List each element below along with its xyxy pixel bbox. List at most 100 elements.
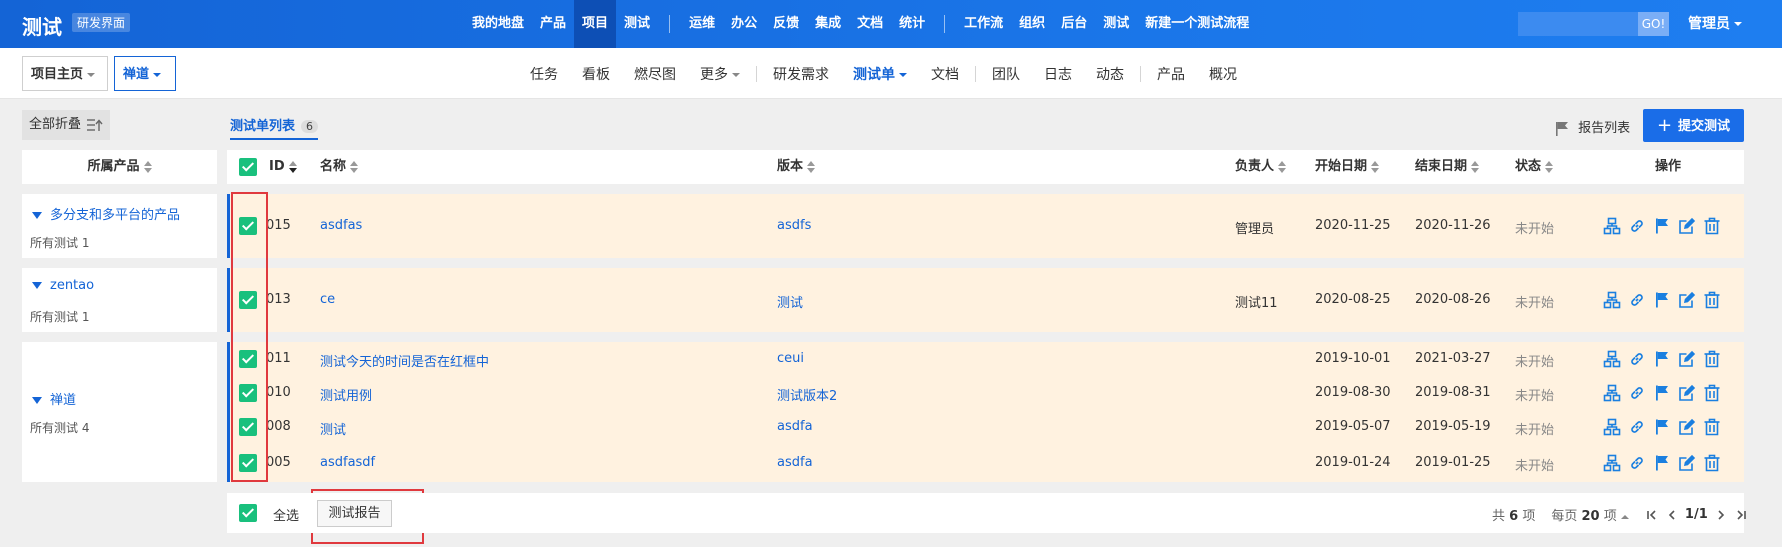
- table-row[interactable]: 011 测试今天的时间是否在红框中 ceui 2019-10-01 2021-03-27…: [227, 342, 1744, 376]
- table-row[interactable]: 010 测试用例 测试版本2 2019-08-30 2019-08-31 未开始: [227, 376, 1744, 410]
- sub-nav-more[interactable]: 更多: [688, 64, 752, 84]
- sub-nav-item[interactable]: 燃尽图: [622, 64, 688, 84]
- collapse-all-button[interactable]: 全部折叠: [22, 110, 110, 140]
- sub-nav-item-active[interactable]: 测试单: [841, 64, 919, 84]
- delete-icon[interactable]: [1703, 291, 1721, 309]
- submit-test-button[interactable]: + 提交测试: [1643, 109, 1744, 142]
- last-page-icon[interactable]: [1734, 508, 1748, 522]
- testtask-list-tab[interactable]: 测试单列表 6: [230, 115, 319, 140]
- link-icon[interactable]: [1628, 418, 1646, 436]
- row-build-link[interactable]: asdfa: [777, 455, 813, 470]
- group-icon[interactable]: [1603, 454, 1621, 472]
- main-nav-item[interactable]: 后台: [1053, 0, 1095, 48]
- next-page-icon[interactable]: [1714, 508, 1728, 522]
- sub-nav-item[interactable]: 动态: [1084, 64, 1136, 84]
- main-nav-item[interactable]: 运维: [681, 0, 723, 48]
- row-build-link[interactable]: asdfs: [777, 218, 811, 233]
- edit-icon[interactable]: [1678, 418, 1696, 436]
- row-name-link[interactable]: 测试今天的时间是否在红框中: [320, 351, 489, 370]
- main-nav-item[interactable]: 组织: [1011, 0, 1053, 48]
- delete-icon[interactable]: [1703, 418, 1721, 436]
- row-build-link[interactable]: asdfa: [777, 419, 813, 434]
- group-icon[interactable]: [1603, 291, 1621, 309]
- row-checkbox[interactable]: [239, 418, 257, 436]
- link-icon[interactable]: [1628, 384, 1646, 402]
- sub-nav-item[interactable]: 看板: [570, 64, 622, 84]
- table-row[interactable]: 005 asdfasdf asdfa 2019-01-24 2019-01-25 未开始: [227, 444, 1744, 482]
- edit-icon[interactable]: [1678, 291, 1696, 309]
- delete-icon[interactable]: [1703, 217, 1721, 235]
- header-select-checkbox[interactable]: [239, 158, 257, 176]
- test-report-button[interactable]: 测试报告: [317, 500, 392, 527]
- product-group[interactable]: zentao 所有测试 1: [22, 268, 217, 332]
- link-icon[interactable]: [1628, 291, 1646, 309]
- sub-nav-item[interactable]: 文档: [919, 64, 971, 84]
- main-nav-item[interactable]: 统计: [891, 0, 933, 48]
- row-name-link[interactable]: asdfasdf: [320, 455, 375, 470]
- product-test-count[interactable]: 所有测试 1: [30, 308, 89, 325]
- flag-icon[interactable]: [1653, 384, 1671, 402]
- link-icon[interactable]: [1628, 350, 1646, 368]
- breadcrumb-current[interactable]: 禅道: [114, 56, 176, 91]
- main-nav-item[interactable]: 办公: [723, 0, 765, 48]
- sub-nav-item[interactable]: 产品: [1145, 64, 1197, 84]
- product-column-header[interactable]: 所属产品: [22, 150, 217, 184]
- id-column-header[interactable]: ID: [269, 150, 297, 184]
- main-nav-item[interactable]: 文档: [849, 0, 891, 48]
- row-checkbox[interactable]: [239, 384, 257, 402]
- main-nav-item-active[interactable]: 项目: [574, 0, 617, 48]
- select-all-checkbox[interactable]: [239, 504, 257, 522]
- row-name-link[interactable]: 测试: [320, 419, 346, 438]
- table-row[interactable]: 015 asdfas asdfs 管理员 2020-11-25 2020-11-26 未开始: [227, 194, 1744, 258]
- row-name-link[interactable]: 测试用例: [320, 385, 372, 404]
- user-menu[interactable]: 管理员: [1688, 13, 1742, 33]
- first-page-icon[interactable]: [1645, 508, 1659, 522]
- edit-icon[interactable]: [1678, 384, 1696, 402]
- group-icon[interactable]: [1603, 217, 1621, 235]
- delete-icon[interactable]: [1703, 350, 1721, 368]
- sub-nav-item[interactable]: 研发需求: [761, 64, 841, 84]
- name-column-header[interactable]: 名称: [320, 150, 359, 184]
- owner-column-header[interactable]: 负责人: [1235, 150, 1287, 184]
- row-build-link[interactable]: 测试: [777, 292, 803, 311]
- flag-icon[interactable]: [1653, 217, 1671, 235]
- main-nav-item[interactable]: 测试: [1095, 0, 1137, 48]
- sub-nav-item[interactable]: 团队: [980, 64, 1032, 84]
- row-name-link[interactable]: asdfas: [320, 218, 362, 233]
- flag-icon[interactable]: [1653, 291, 1671, 309]
- group-icon[interactable]: [1603, 350, 1621, 368]
- group-icon[interactable]: [1603, 418, 1621, 436]
- sub-nav-item[interactable]: 任务: [518, 64, 570, 84]
- status-column-header[interactable]: 状态: [1515, 150, 1554, 184]
- table-row[interactable]: 008 测试 asdfa 2019-05-07 2019-05-19 未开始: [227, 410, 1744, 444]
- link-icon[interactable]: [1628, 217, 1646, 235]
- edit-icon[interactable]: [1678, 217, 1696, 235]
- pager-per-page[interactable]: 每页 20 项: [1551, 505, 1629, 524]
- app-title[interactable]: 测试: [22, 11, 62, 40]
- product-name[interactable]: 多分支和多平台的产品: [32, 204, 180, 223]
- sub-nav-item[interactable]: 日志: [1032, 64, 1084, 84]
- row-checkbox[interactable]: [239, 350, 257, 368]
- link-icon[interactable]: [1628, 454, 1646, 472]
- main-nav-item[interactable]: 产品: [532, 0, 574, 48]
- flag-icon[interactable]: [1653, 418, 1671, 436]
- main-nav-item[interactable]: 测试: [616, 0, 658, 48]
- delete-icon[interactable]: [1703, 384, 1721, 402]
- search-input[interactable]: [1518, 12, 1638, 36]
- edit-icon[interactable]: [1678, 454, 1696, 472]
- row-build-link[interactable]: ceui: [777, 351, 804, 366]
- main-nav-item[interactable]: 反馈: [765, 0, 807, 48]
- group-icon[interactable]: [1603, 384, 1621, 402]
- sub-nav-item[interactable]: 概况: [1197, 64, 1249, 84]
- row-checkbox[interactable]: [239, 454, 257, 472]
- begin-column-header[interactable]: 开始日期: [1315, 150, 1380, 184]
- delete-icon[interactable]: [1703, 454, 1721, 472]
- row-checkbox[interactable]: [239, 291, 257, 309]
- flag-icon[interactable]: [1653, 454, 1671, 472]
- select-all-label[interactable]: 全选: [273, 505, 299, 524]
- row-build-link[interactable]: 测试版本2: [777, 385, 837, 404]
- edit-icon[interactable]: [1678, 350, 1696, 368]
- search-go-button[interactable]: GO!: [1638, 12, 1669, 36]
- product-test-count[interactable]: 所有测试 4: [30, 419, 89, 436]
- row-checkbox[interactable]: [239, 217, 257, 235]
